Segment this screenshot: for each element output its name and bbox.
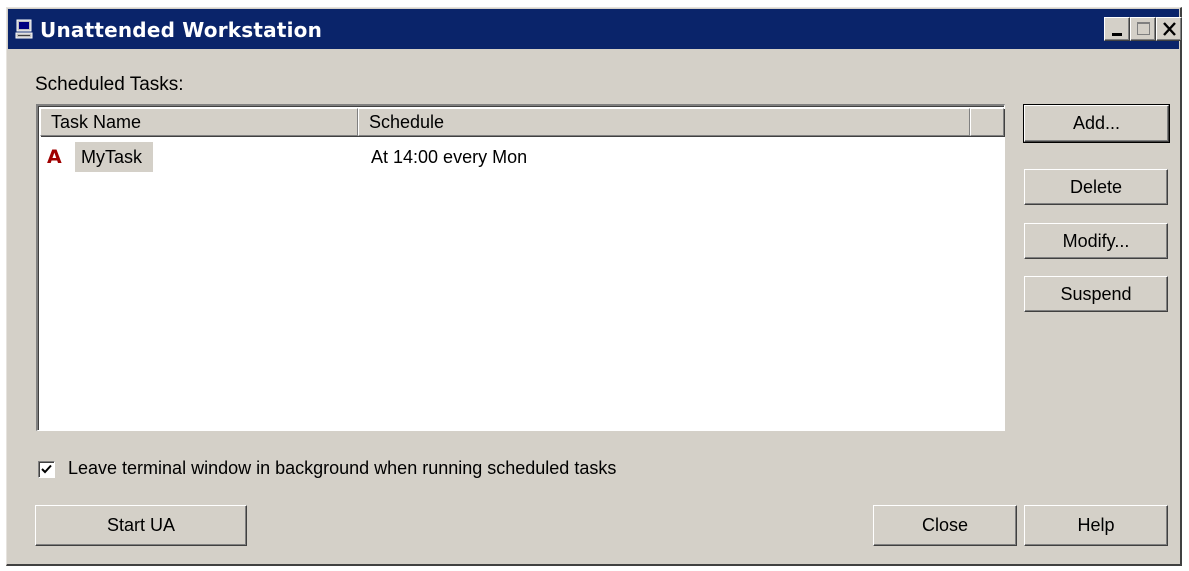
column-header-task-name[interactable]: Task Name	[40, 108, 358, 136]
table-row[interactable]: A MyTask At 14:00 every Mon	[41, 142, 1001, 172]
add-button[interactable]: Add...	[1023, 104, 1170, 143]
scheduled-tasks-list[interactable]: Task Name Schedule A MyTask At 14:00 eve…	[36, 104, 1005, 431]
column-header-schedule[interactable]: Schedule	[358, 108, 970, 136]
maximize-button[interactable]	[1130, 17, 1156, 41]
task-schedule-cell: At 14:00 every Mon	[371, 147, 528, 167]
minimize-button[interactable]	[1104, 17, 1130, 41]
delete-button[interactable]: Delete	[1024, 169, 1168, 205]
title-bar[interactable]: Unattended Workstation	[8, 9, 1182, 49]
close-window-button[interactable]	[1156, 17, 1182, 41]
modify-button[interactable]: Modify...	[1024, 223, 1168, 259]
checkmark-icon	[41, 464, 52, 474]
maximize-icon	[1137, 22, 1150, 35]
background-checkbox[interactable]	[38, 461, 55, 478]
suspend-button[interactable]: Suspend	[1024, 276, 1168, 312]
minimize-icon	[1112, 33, 1122, 36]
window-title: Unattended Workstation	[40, 18, 323, 42]
column-header-filler	[970, 108, 1004, 136]
scheduled-tasks-label: Scheduled Tasks:	[35, 74, 184, 95]
task-name-cell[interactable]: MyTask	[75, 142, 154, 172]
task-type-icon: A	[47, 146, 62, 168]
close-icon	[1163, 22, 1176, 36]
close-button[interactable]: Close	[873, 505, 1017, 546]
dialog-window: Unattended Workstation Scheduled Tasks: …	[6, 7, 1182, 566]
monitor-icon	[15, 19, 33, 39]
background-checkbox-label[interactable]: Leave terminal window in background when…	[68, 458, 616, 479]
start-ua-button[interactable]: Start UA	[35, 505, 247, 546]
help-button[interactable]: Help	[1024, 505, 1168, 546]
list-header: Task Name Schedule	[40, 108, 1004, 136]
